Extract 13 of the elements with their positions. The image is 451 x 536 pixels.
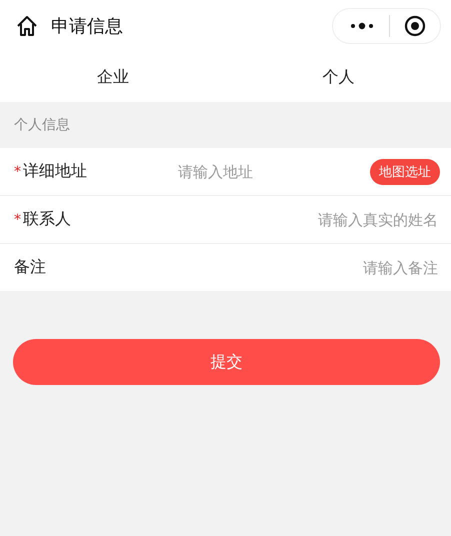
input-field[interactable]: 请输入地址 bbox=[176, 162, 370, 182]
required-mark: * bbox=[14, 164, 21, 180]
more-icon[interactable] bbox=[349, 21, 375, 31]
section-title: 个人信息 bbox=[14, 116, 70, 134]
input-field[interactable]: 请输入真实的姓名 bbox=[164, 210, 440, 230]
field-label: 详细地址 bbox=[23, 161, 87, 182]
page-title: 申请信息 bbox=[51, 15, 124, 38]
field-label: 联系人 bbox=[23, 209, 71, 230]
field-label: 备注 bbox=[14, 257, 46, 278]
input-field[interactable]: 请输入备注 bbox=[164, 258, 440, 278]
map-select-button[interactable]: 地图选址 bbox=[370, 158, 440, 184]
required-mark: * bbox=[14, 212, 21, 228]
home-icon[interactable] bbox=[15, 14, 39, 38]
